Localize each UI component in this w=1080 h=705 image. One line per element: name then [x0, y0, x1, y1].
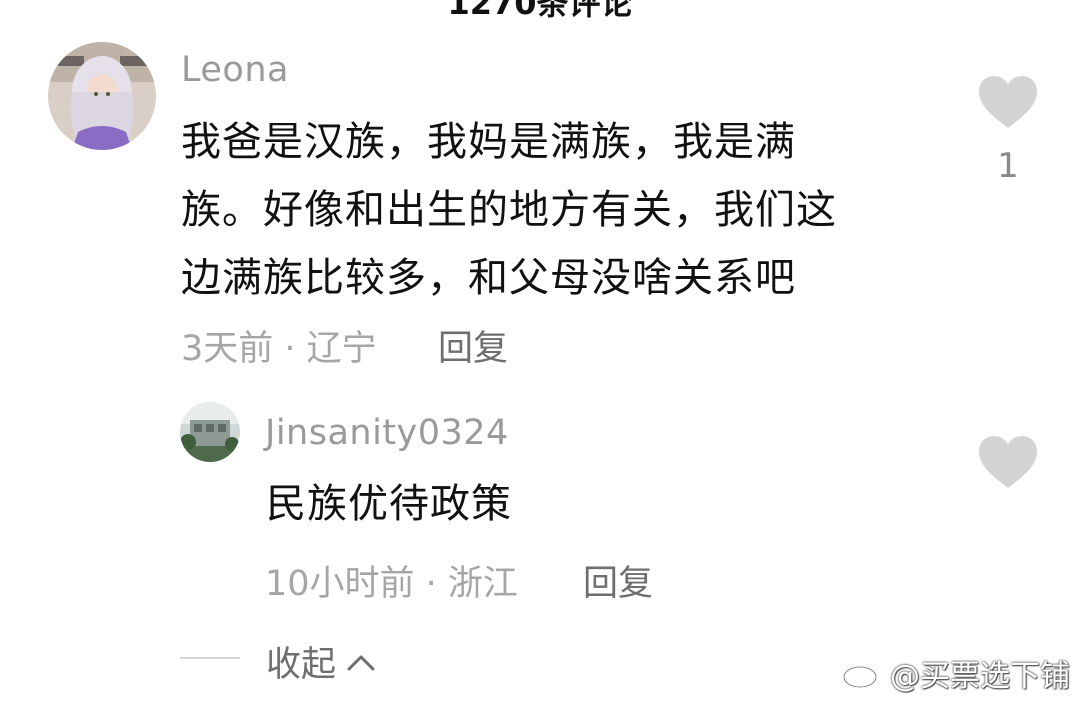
comment-username[interactable]: Leona: [181, 50, 289, 90]
comment-text-line: 我爸是汉族，我妈是满族，我是满: [181, 119, 796, 165]
like-count: 1: [997, 146, 1019, 186]
collapse-label: 收起: [266, 645, 337, 685]
comment-text-line: 边满族比较多，和父母没啥关系吧: [181, 255, 796, 301]
reply-button[interactable]: 回复: [583, 555, 653, 606]
watermark-text: @买票选下铺: [890, 659, 1070, 694]
comment-text: 我爸是汉族，我妈是满族，我是满 族。好像和出生的地方有关，我们这 边满族比较多，…: [181, 108, 941, 312]
reply-button[interactable]: 回复: [438, 320, 508, 371]
avatar[interactable]: [180, 402, 240, 462]
like-button[interactable]: [977, 434, 1039, 494]
avatar[interactable]: [48, 42, 156, 150]
like-button[interactable]: [977, 74, 1039, 134]
anime-girl-avatar-icon: [48, 42, 156, 150]
chevron-up-icon: [347, 655, 375, 670]
watermark: @买票选下铺: [842, 651, 1070, 695]
collapse-button[interactable]: 收起: [266, 636, 376, 687]
comment-meta: 3天前 · 辽宁: [181, 329, 377, 369]
reply-text: 民族优待政策: [266, 470, 926, 538]
reply-meta: 10小时前 · 浙江: [265, 564, 518, 604]
collapse-divider: [180, 657, 240, 659]
comments-count-title: 1270条评论: [447, 0, 633, 22]
heart-icon: [979, 436, 1037, 488]
building-photo-avatar-icon: [180, 402, 240, 462]
weibo-icon: [842, 659, 882, 689]
comment-text-line: 族。好像和出生的地方有关，我们这: [181, 187, 837, 233]
reply-username[interactable]: Jinsanity0324: [265, 413, 509, 453]
comment-panel: 1270条评论 Leona 我爸是汉族，我妈是满族，我是满 族。好像和出生的地方…: [0, 0, 1080, 705]
comment-text-line: 民族优待政策: [266, 481, 512, 527]
heart-icon: [979, 76, 1037, 128]
